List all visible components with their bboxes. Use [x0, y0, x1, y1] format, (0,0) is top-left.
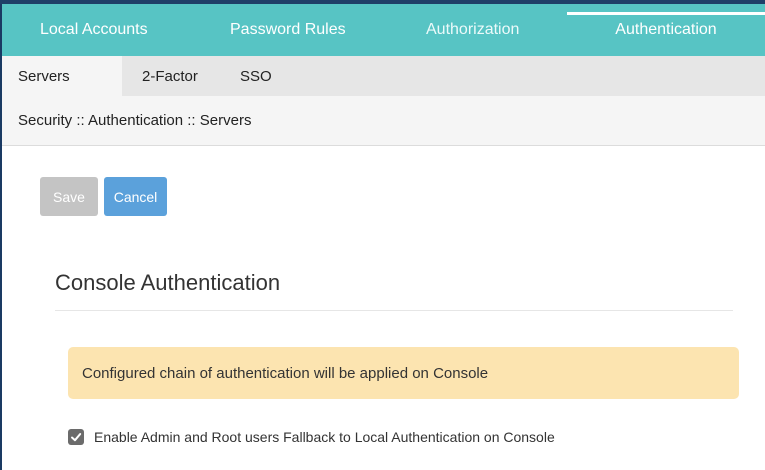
- subtab-label: Servers: [18, 67, 70, 85]
- tab-label: Password Rules: [230, 21, 346, 38]
- info-alert: Configured chain of authentication will …: [68, 347, 739, 399]
- tab-local-accounts[interactable]: Local Accounts: [2, 4, 192, 56]
- alert-text: Configured chain of authentication will …: [82, 364, 489, 382]
- subtab-sso[interactable]: SSO: [212, 56, 292, 96]
- checkmark-icon: [71, 433, 82, 442]
- fallback-option: Enable Admin and Root users Fallback to …: [68, 426, 555, 448]
- fallback-label: Enable Admin and Root users Fallback to …: [94, 429, 555, 445]
- subtab-label: 2-Factor: [142, 67, 198, 85]
- main-tab-bar: Local Accounts Password Rules Authorizat…: [2, 4, 765, 56]
- fallback-checkbox[interactable]: [68, 429, 84, 445]
- breadcrumb: Security :: Authentication :: Servers: [2, 96, 765, 146]
- sub-tab-bar: Servers 2-Factor SSO: [2, 56, 765, 96]
- subtab-2-factor[interactable]: 2-Factor: [122, 56, 212, 96]
- cancel-button[interactable]: Cancel: [104, 177, 167, 216]
- tab-password-rules[interactable]: Password Rules: [192, 4, 392, 56]
- tab-authentication[interactable]: Authentication: [567, 4, 765, 56]
- breadcrumb-text: Security :: Authentication :: Servers: [18, 112, 252, 129]
- tab-label: Authentication: [615, 21, 717, 38]
- tab-label: Local Accounts: [40, 21, 148, 38]
- subtab-servers[interactable]: Servers: [2, 56, 122, 96]
- save-button[interactable]: Save: [40, 177, 98, 216]
- section-divider: [55, 310, 733, 311]
- subtab-label: SSO: [240, 67, 272, 85]
- tab-authorization[interactable]: Authorization: [392, 4, 567, 56]
- section-title: Console Authentication: [55, 270, 281, 295]
- tab-label: Authorization: [426, 21, 520, 38]
